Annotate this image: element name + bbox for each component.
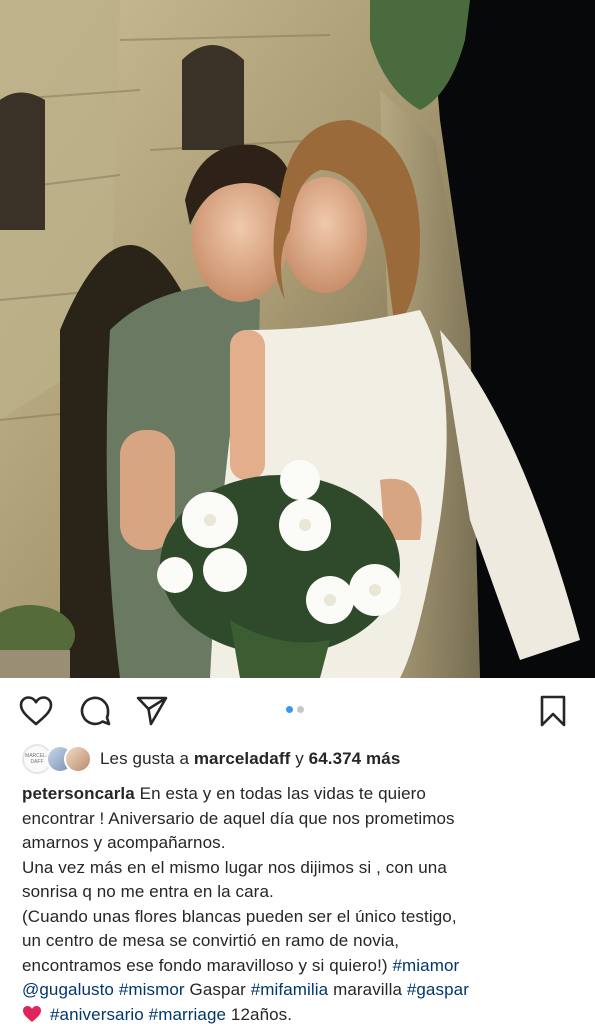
carousel-dot-active (286, 706, 293, 713)
caption-text: maravilla (333, 980, 402, 999)
liker-avatar[interactable] (64, 745, 92, 773)
caption-text: encontramos ese fondo maravilloso y si q… (22, 955, 388, 975)
caption-line: encontramos ese fondo maravilloso y si q… (22, 954, 582, 979)
red-heart-emoji-icon (23, 1005, 41, 1022)
caption-line: @gugalusto #mismor Gaspar #mifamilia mar… (22, 978, 582, 1003)
caption-text: Gaspar (189, 980, 246, 999)
caption-line: (Cuando unas flores blancas pueden ser e… (22, 906, 457, 926)
liker-username-link[interactable]: marceladaff (194, 749, 291, 768)
likes-summary: Les gusta a marceladaff y 64.374 más (100, 749, 400, 769)
carousel-indicator (286, 706, 304, 713)
post-photo[interactable] (0, 0, 595, 678)
caption-line: encontrar ! Aniversario de aquel día que… (22, 808, 455, 828)
hashtag-link[interactable]: #mifamilia (251, 980, 329, 999)
heart-outline-icon[interactable] (18, 693, 54, 729)
hashtag-link[interactable]: #marriage (149, 1005, 226, 1024)
caption-text: En esta y en todas las vidas te quiero (139, 784, 426, 803)
caption-line: sonrisa q no me entra en la cara. (22, 882, 274, 901)
caption-text: 12años. (230, 1004, 293, 1024)
post-caption: petersoncarla En esta y en todas las vid… (22, 782, 582, 1024)
caption-line: #aniversario #marriage 12años. (22, 1003, 582, 1024)
caption-line: amarnos y acompañarnos. (22, 833, 226, 852)
paper-plane-icon[interactable] (134, 693, 170, 729)
carousel-dot (297, 706, 304, 713)
hashtag-link[interactable]: #mismor (119, 980, 185, 999)
likes-connector: y (295, 749, 304, 768)
hashtag-link[interactable]: #gaspar (407, 980, 469, 999)
post-action-bar (0, 678, 595, 742)
caption-line: petersoncarla En esta y en todas las vid… (22, 782, 582, 807)
hashtag-link[interactable]: #aniversario (50, 1005, 144, 1024)
likes-row[interactable]: MARCELA DAFF Les gusta a marceladaff y 6… (22, 744, 400, 774)
likes-prefix: Les gusta a (100, 749, 189, 768)
likes-count-link[interactable]: 64.374 más (309, 749, 401, 768)
post-photo-illustration (0, 0, 595, 678)
mention-link[interactable]: @gugalusto (22, 980, 114, 999)
caption-username-link[interactable]: petersoncarla (22, 784, 135, 803)
caption-line: un centro de mesa se convirtió en ramo d… (22, 931, 400, 950)
comment-bubble-icon[interactable] (77, 693, 113, 729)
caption-line: Una vez más en el mismo lugar nos dijimo… (22, 857, 447, 877)
hashtag-link[interactable]: #miamor (392, 956, 459, 975)
bookmark-icon[interactable] (535, 693, 571, 729)
